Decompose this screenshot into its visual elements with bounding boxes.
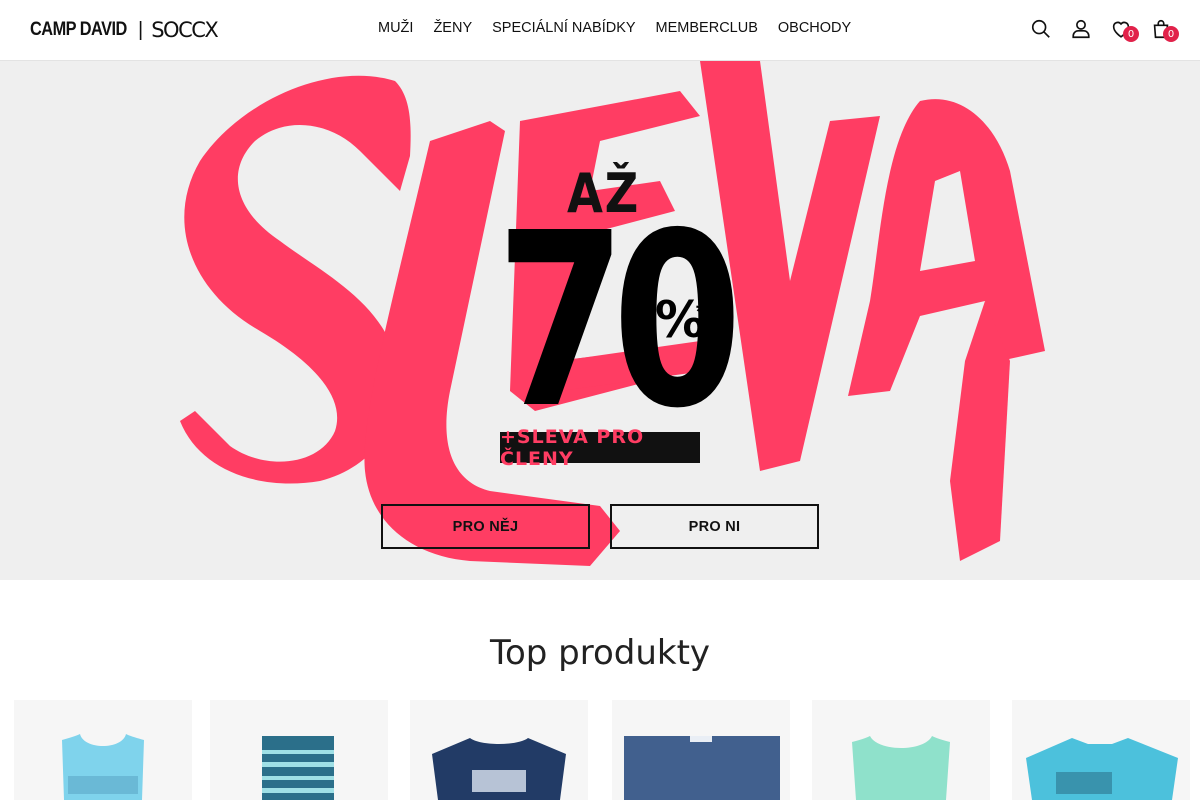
nav-women[interactable]: ŽENY: [433, 20, 472, 36]
brand-secondary: SOCCX: [151, 18, 219, 42]
cart-count-badge: 0: [1163, 26, 1179, 42]
product-image-polo-shirt: [1026, 738, 1178, 800]
search-button[interactable]: [1030, 16, 1052, 42]
product-card[interactable]: [612, 700, 790, 800]
product-image-shorts: [624, 736, 780, 800]
wishlist-button[interactable]: 0: [1110, 16, 1139, 42]
sale-hero-banner[interactable]: AŽ 70 % * +SLEVA PRO ČLENY PRO NĚJ PRO N…: [0, 61, 1200, 580]
shop-for-him-button[interactable]: PRO NĚJ: [381, 504, 590, 549]
product-card[interactable]: [410, 700, 588, 800]
brand-logo[interactable]: CAMP DAVID | SOCCX: [30, 17, 219, 43]
top-products-carousel: [0, 700, 1200, 800]
cart-button[interactable]: 0: [1150, 16, 1179, 42]
header-icons: 0 0: [1030, 16, 1179, 42]
main-nav: MUŽI ŽENY SPECIÁLNÍ NABÍDKY MEMBERCLUB O…: [368, 20, 861, 36]
discount-asterisk: *: [696, 299, 705, 324]
member-discount-label: +SLEVA PRO ČLENY: [500, 426, 700, 470]
brand-primary: CAMP DAVID: [30, 19, 127, 40]
wishlist-count-badge: 0: [1123, 26, 1139, 42]
product-image-tank-top: [62, 734, 144, 800]
product-card[interactable]: [1012, 700, 1190, 800]
user-icon: [1072, 19, 1090, 39]
product-image-henley-top: [852, 736, 950, 800]
product-image-t-shirt: [432, 738, 566, 800]
logo-divider: |: [138, 18, 144, 41]
nav-men[interactable]: MUŽI: [378, 20, 413, 36]
product-card[interactable]: [14, 700, 192, 800]
shop-for-her-button[interactable]: PRO NI: [610, 504, 819, 549]
product-card[interactable]: [812, 700, 990, 800]
search-icon: [1031, 19, 1050, 38]
site-header: CAMP DAVID | SOCCX MUŽI ŽENY SPECIÁLNÍ N…: [0, 0, 1200, 61]
top-products-heading: Top produkty: [489, 633, 711, 673]
nav-special-offers[interactable]: SPECIÁLNÍ NABÍDKY: [492, 20, 635, 36]
product-image-swim-shorts: [262, 736, 334, 800]
nav-stores[interactable]: OBCHODY: [778, 20, 851, 36]
nav-memberclub[interactable]: MEMBERCLUB: [656, 20, 758, 36]
product-card[interactable]: [210, 700, 388, 800]
account-button[interactable]: [1070, 16, 1092, 42]
